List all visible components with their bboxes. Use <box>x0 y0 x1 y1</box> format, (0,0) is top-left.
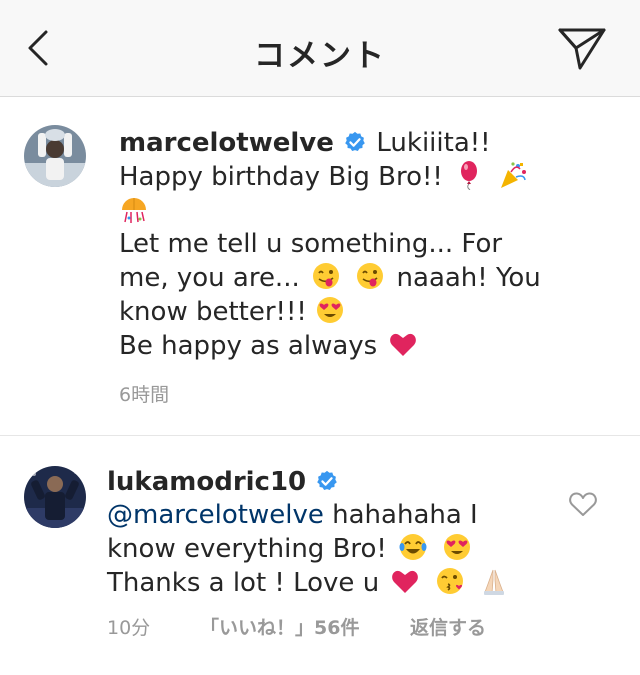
comment-username[interactable]: marcelotwelve <box>119 128 334 158</box>
heart-eyes-face-icon <box>444 534 471 560</box>
header-bar: コメント <box>0 0 640 97</box>
comment-text: marcelotwelve Lukiiita!! Happy birthday … <box>119 127 589 363</box>
party-popper-icon <box>501 162 527 188</box>
comment-line: hahahaha I <box>332 500 478 530</box>
red-heart-icon <box>390 333 417 356</box>
avatar-photo <box>24 125 86 187</box>
winking-tongue-face-icon <box>357 263 384 289</box>
comment-line: know better!!! <box>119 297 307 327</box>
paper-plane-icon <box>558 28 606 70</box>
comment-line: naaah! You <box>396 263 541 293</box>
comment-line: Lukiiita!! <box>376 128 491 158</box>
winking-tongue-face-icon <box>313 263 339 289</box>
like-button[interactable] <box>568 490 598 518</box>
comment-timestamp: 6時間 <box>119 384 170 406</box>
heart-eyes-face-icon <box>317 297 344 323</box>
comment-username[interactable]: lukamodric10 <box>107 467 306 497</box>
verified-badge-icon <box>345 131 365 151</box>
mention-link[interactable]: @marcelotwelve <box>107 500 324 530</box>
folded-hands-icon <box>483 569 504 595</box>
comment-line: Happy birthday Big Bro!! <box>119 162 443 192</box>
comment-text: lukamodric10 @marcelotwelve hahahaha I k… <box>107 466 567 600</box>
comment-line: know everything Bro! <box>107 534 387 564</box>
heart-outline-icon <box>569 492 597 516</box>
reply-button[interactable]: 返信する <box>410 613 486 640</box>
comment-line: Be happy as always <box>119 331 378 361</box>
comment-timestamp: 10分 <box>107 617 151 639</box>
comment-line: Let me tell u something... For <box>119 229 503 259</box>
red-heart-icon <box>392 570 419 593</box>
comment-line: Thanks a lot ! Love u <box>107 568 380 598</box>
comment-item: lukamodric10 @marcelotwelve hahahaha I k… <box>0 437 640 675</box>
page-title: コメント <box>254 38 386 74</box>
comment-item: marcelotwelve Lukiiita!! Happy birthday … <box>0 98 640 436</box>
avatar-photo <box>24 466 86 528</box>
balloon-icon <box>461 161 478 190</box>
confetti-ball-icon <box>122 198 146 223</box>
avatar[interactable] <box>24 466 86 528</box>
verified-badge-icon <box>317 470 338 490</box>
send-button[interactable] <box>556 24 608 72</box>
kissing-face-icon <box>436 568 463 594</box>
comment-line: me, you are... <box>119 263 300 293</box>
likes-count-link[interactable]: 「いいね！」56件 <box>200 613 359 640</box>
avatar[interactable] <box>24 125 86 187</box>
tears-of-joy-face-icon <box>399 534 427 560</box>
